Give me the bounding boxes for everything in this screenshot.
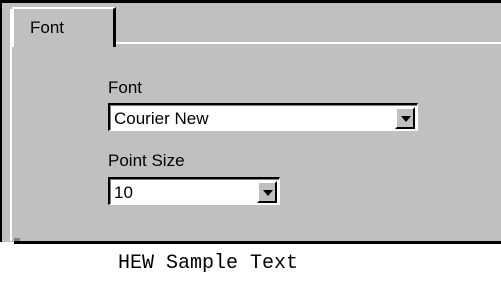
tab-header-divider <box>112 42 501 44</box>
tab-font[interactable]: Font <box>12 7 116 47</box>
point-size-dropdown-button[interactable] <box>257 181 277 203</box>
tab-font-label: Font <box>30 18 65 37</box>
font-preview-area: HEW Sample Text <box>16 244 501 301</box>
font-select-value: Courier New <box>114 109 209 128</box>
point-size-select[interactable]: 10 <box>108 177 280 205</box>
font-panel: Font Courier New Point Size 10 <box>12 47 501 239</box>
chevron-down-icon <box>401 116 411 122</box>
preview-sample-text: HEW Sample Text <box>118 252 299 275</box>
chevron-down-icon <box>263 190 273 196</box>
font-settings-window: Font Font Courier New Point Size 10 HEW … <box>0 0 501 301</box>
tab-control: Font Font Courier New Point Size 10 <box>0 0 501 242</box>
font-label: Font <box>108 78 143 97</box>
font-select[interactable]: Courier New <box>108 103 418 131</box>
point-size-label: Point Size <box>108 151 185 170</box>
font-dropdown-button[interactable] <box>395 107 415 129</box>
point-size-select-value: 10 <box>114 183 133 202</box>
